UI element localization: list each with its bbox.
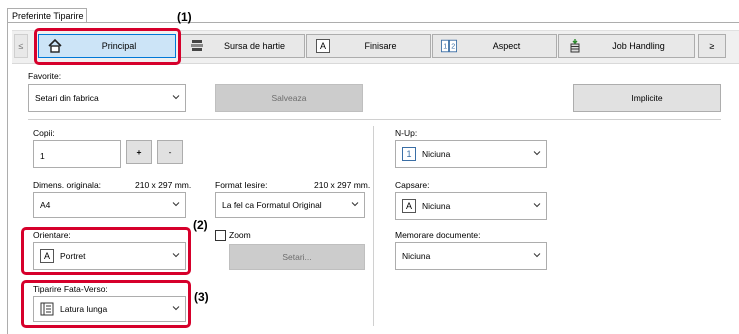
doc-filing-label: Memorare documente: [395, 230, 481, 240]
finishing-icon: A [315, 38, 331, 54]
job-handling-icon [567, 38, 583, 54]
scroll-left-button[interactable]: ≤ [14, 34, 28, 58]
save-button[interactable]: Salveaza [215, 84, 363, 112]
paper-tray-icon [189, 38, 205, 54]
copies-input[interactable]: 1 [33, 140, 121, 168]
tab-finisare-label: Finisare [364, 41, 397, 51]
zoom-label: Zoom [229, 230, 251, 240]
tab-job-handling[interactable]: Job Handling [558, 34, 695, 58]
minus-label: - [168, 147, 172, 157]
favorites-value: Setari din fabrica [35, 93, 99, 103]
scroll-right-button[interactable]: ≥ [698, 34, 726, 58]
chevron-down-icon [351, 202, 359, 207]
tab-label: Preferinte Tiparire [12, 11, 84, 21]
tab-job-handling-label: Job Handling [612, 41, 665, 51]
doc-filing-dropdown[interactable]: Niciuna [395, 242, 547, 270]
chevron-down-icon [533, 151, 541, 156]
original-size-value: A4 [40, 200, 51, 210]
highlight-box-principal [34, 28, 181, 65]
tab-finisare[interactable]: A Finisare [306, 34, 431, 58]
output-format-label: Format Iesire: [215, 180, 268, 190]
save-label: Salveaza [271, 93, 307, 103]
output-format-dropdown[interactable]: La fel ca Formatul Original [215, 192, 365, 218]
scroll-right-label: ≥ [709, 41, 715, 51]
scroll-left-label: ≤ [18, 41, 24, 51]
tab-sursa-de-hartie[interactable]: Sursa de hartie [180, 34, 305, 58]
copies-label: Copii: [33, 128, 55, 138]
chevron-down-icon [533, 203, 541, 208]
section-divider [28, 119, 721, 120]
highlight-box-orientation [21, 227, 191, 275]
zoom-settings-label: Setari... [282, 252, 312, 262]
favorites-label: Favorite: [28, 71, 62, 81]
nup-dropdown[interactable]: 1 Niciuna [395, 140, 547, 168]
nup-label: N-Up: [395, 128, 418, 138]
tab-sursa-label: Sursa de hartie [223, 41, 286, 51]
nup-value: Niciuna [422, 149, 451, 159]
copies-value: 1 [40, 151, 45, 161]
output-format-value: La fel ca Formatul Original [222, 200, 322, 210]
callout-3: (3) [194, 290, 209, 304]
staple-icon: A [402, 199, 416, 213]
tab-aspect-label: Aspect [492, 41, 521, 51]
chevron-down-icon [172, 95, 180, 100]
zoom-settings-button[interactable]: Setari... [229, 244, 365, 270]
staple-dropdown[interactable]: A Niciuna [395, 192, 547, 220]
callout-2: (2) [193, 218, 208, 232]
staple-value: Niciuna [422, 201, 451, 211]
staple-label: Capsare: [395, 180, 430, 190]
chevron-down-icon [533, 253, 541, 258]
copies-decrement-button[interactable]: - [157, 140, 183, 164]
original-size-dropdown[interactable]: A4 [33, 192, 186, 218]
defaults-label: Implicite [631, 93, 663, 103]
tab-preferinte-tiparire[interactable]: Preferinte Tiparire [7, 8, 87, 23]
output-format-dimensions: 210 x 297 mm. [314, 180, 371, 190]
callout-1: (1) [177, 10, 192, 24]
original-size-label: Dimens. originala: [33, 180, 102, 190]
doc-filing-value: Niciuna [402, 251, 431, 261]
nup-one-icon: 1 [402, 147, 416, 161]
highlight-box-duplex [21, 280, 191, 328]
plus-label: + [136, 147, 142, 157]
svg-text:1: 1 [443, 43, 447, 51]
column-divider [373, 126, 374, 326]
zoom-checkbox[interactable] [215, 230, 226, 241]
original-size-dimensions: 210 x 297 mm. [135, 180, 192, 190]
tab-aspect[interactable]: 12 Aspect [432, 34, 557, 58]
defaults-button[interactable]: Implicite [573, 84, 721, 112]
finishing-glyph: A [316, 39, 330, 53]
svg-text:2: 2 [451, 43, 455, 51]
layout-icon: 12 [441, 38, 457, 54]
favorites-dropdown[interactable]: Setari din fabrica [28, 84, 186, 112]
copies-increment-button[interactable]: + [126, 140, 152, 164]
chevron-down-icon [172, 202, 180, 207]
